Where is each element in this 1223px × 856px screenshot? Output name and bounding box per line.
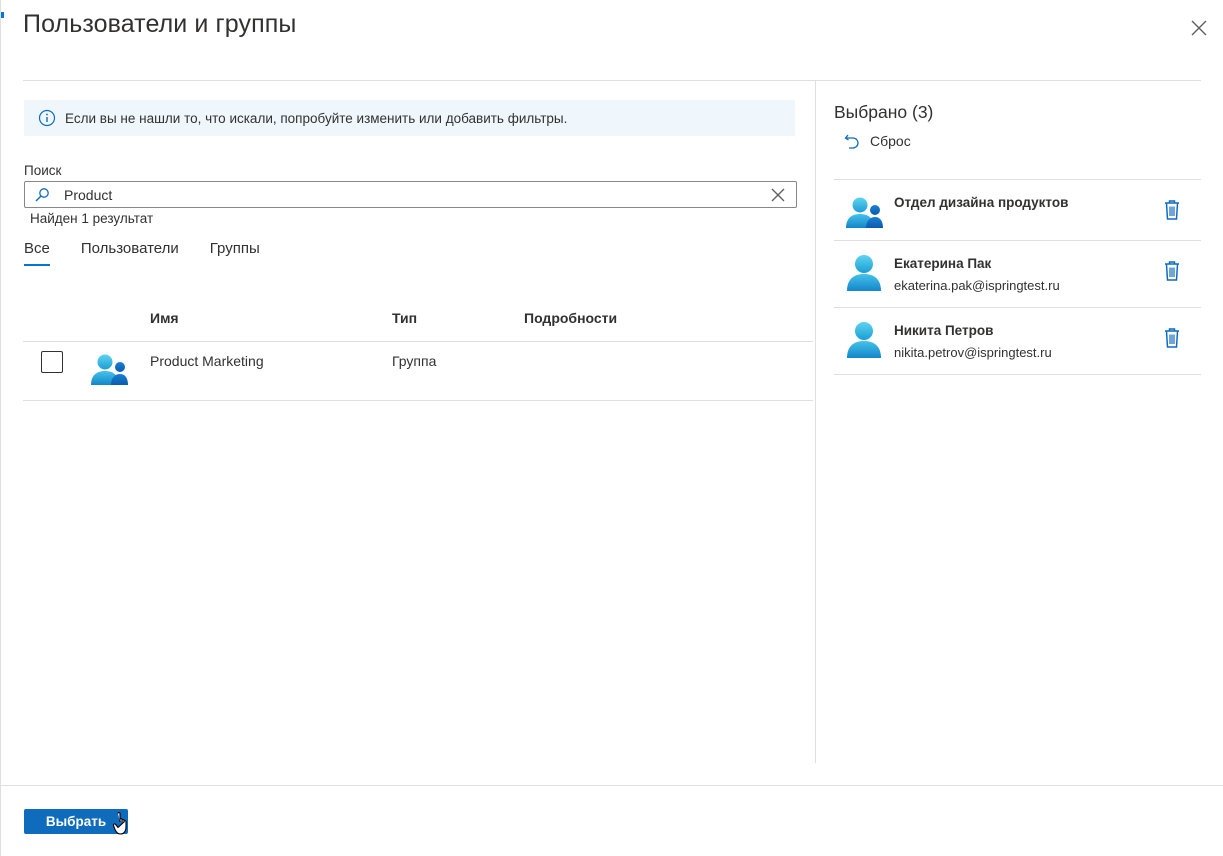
pane-divider — [815, 81, 816, 763]
page-title: Пользователи и группы — [23, 10, 297, 38]
row-checkbox[interactable] — [41, 351, 63, 373]
remove-button[interactable] — [1162, 199, 1182, 221]
column-header-details[interactable]: Подробности — [524, 310, 617, 326]
group-icon — [89, 350, 129, 386]
column-header-name[interactable]: Имя — [150, 310, 179, 326]
user-icon — [844, 253, 884, 291]
list-item: Екатерина Пак ekaterina.pak@ispringtest.… — [834, 241, 1201, 308]
edge-accent — [1, 12, 4, 18]
trash-icon — [1162, 199, 1182, 221]
selected-item-name: Никита Петров — [894, 323, 994, 338]
selected-item-email: nikita.petrov@ispringtest.ru — [894, 345, 1052, 360]
selected-item-name: Отдел дизайна продуктов — [894, 195, 1069, 210]
selected-item-name: Екатерина Пак — [894, 256, 992, 271]
trash-icon — [1162, 327, 1182, 349]
filter-tabs: Все Пользователи Группы — [24, 240, 291, 266]
search-input[interactable] — [64, 186, 770, 203]
row-type: Группа — [392, 353, 437, 369]
results-table-header: Имя Тип Подробности — [23, 302, 813, 342]
footer-divider — [1, 785, 1223, 786]
clear-search-button[interactable] — [770, 187, 786, 203]
search-icon — [34, 187, 50, 203]
table-row[interactable]: Product Marketing Группа — [23, 342, 813, 401]
remove-button[interactable] — [1162, 327, 1182, 349]
tab-groups[interactable]: Группы — [210, 240, 260, 266]
column-header-type[interactable]: Тип — [392, 310, 417, 326]
selected-title: Выбрано (3) — [834, 102, 934, 122]
info-message-text: Если вы не нашли то, что искали, попробу… — [65, 110, 568, 126]
group-icon — [844, 192, 884, 230]
selected-list: Отдел дизайна продуктов Екатерина Пак ek… — [834, 179, 1201, 375]
user-icon — [844, 320, 884, 358]
list-item: Отдел дизайна продуктов — [834, 180, 1201, 241]
clear-icon — [771, 188, 785, 201]
tab-all[interactable]: Все — [24, 240, 50, 266]
search-label: Поиск — [24, 163, 62, 178]
reset-label: Сброс — [870, 133, 911, 149]
users-groups-panel: Пользователи и группы Если вы не нашли т… — [0, 0, 1223, 856]
selected-item-email: ekaterina.pak@ispringtest.ru — [894, 278, 1060, 293]
list-item: Никита Петров nikita.petrov@ispringtest.… — [834, 308, 1201, 375]
row-name: Product Marketing — [150, 353, 264, 369]
info-icon — [38, 109, 56, 127]
search-pane: Если вы не нашли то, что искали, попробу… — [23, 81, 815, 763]
close-icon — [1191, 20, 1207, 36]
trash-icon — [1162, 260, 1182, 282]
result-count: Найден 1 результат — [30, 211, 154, 226]
search-box — [24, 181, 797, 208]
reset-button[interactable]: Сброс — [844, 132, 911, 150]
remove-button[interactable] — [1162, 260, 1182, 282]
close-button[interactable] — [1187, 16, 1211, 40]
undo-icon — [844, 132, 860, 150]
select-button[interactable]: Выбрать — [24, 809, 128, 834]
tab-users[interactable]: Пользователи — [81, 240, 179, 266]
info-message-bar: Если вы не нашли то, что искали, попробу… — [24, 100, 795, 136]
